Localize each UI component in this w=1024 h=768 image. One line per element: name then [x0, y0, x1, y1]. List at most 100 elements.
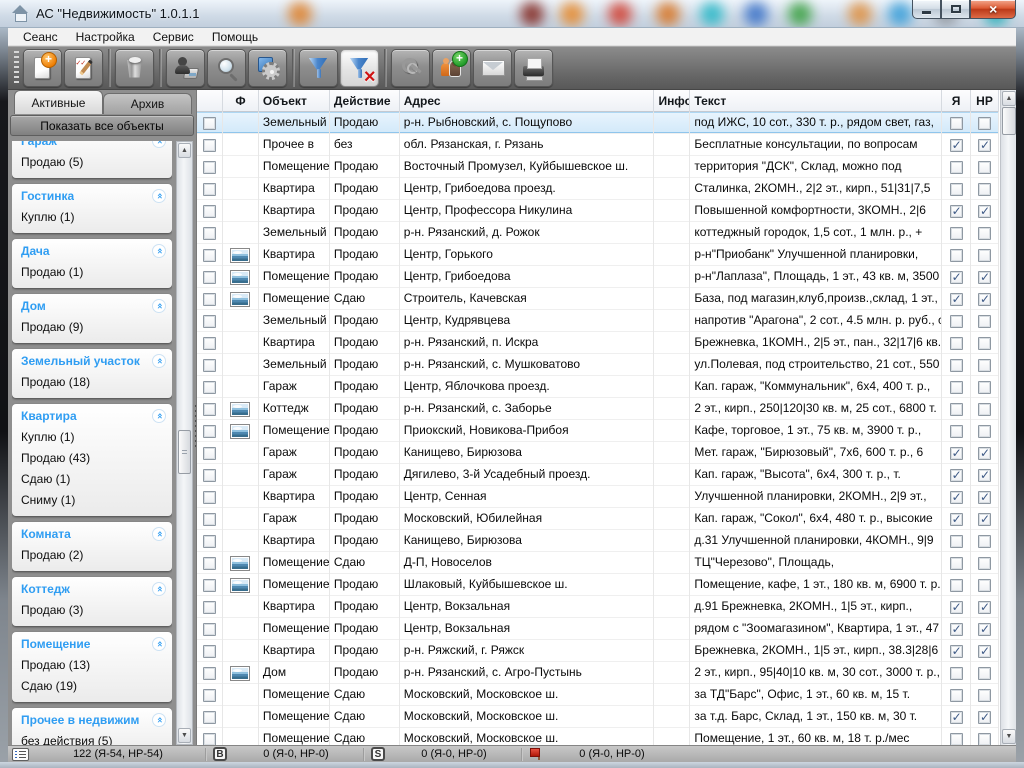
nr-checkbox[interactable] [978, 557, 991, 570]
ya-checkbox[interactable] [950, 491, 963, 504]
filter-settings-button[interactable] [248, 49, 287, 87]
ya-checkbox[interactable] [950, 381, 963, 394]
collapse-chevron-icon[interactable]: « [152, 354, 166, 368]
ya-checkbox[interactable] [950, 689, 963, 702]
collapse-chevron-icon[interactable]: « [152, 299, 166, 313]
category-item[interactable]: Продаю (3) [12, 600, 172, 621]
clear-filter-button[interactable] [340, 49, 379, 87]
category-item[interactable]: Куплю (1) [12, 427, 172, 448]
row-checkbox[interactable] [203, 645, 216, 658]
column-header-text[interactable]: Текст [690, 90, 942, 112]
contact-phone-button[interactable] [166, 49, 205, 87]
ya-checkbox[interactable] [950, 447, 963, 460]
sidebar-scrollbar[interactable]: ▲ ▼ [176, 141, 193, 745]
table-row[interactable]: ПомещениеПродаюВосточный Промузел, Куйбы… [197, 156, 999, 178]
table-row[interactable]: ПомещениеПродаюЦентр, Вокзальнаярядом с … [197, 618, 999, 640]
row-checkbox[interactable] [203, 381, 216, 394]
table-row[interactable]: ПомещениеСдаюМосковский, Московское ш.По… [197, 728, 999, 745]
category-header[interactable]: Прочее в недвижим« [12, 708, 172, 731]
photo-thumbnail-icon[interactable] [230, 402, 250, 417]
nr-checkbox[interactable] [978, 425, 991, 438]
row-checkbox[interactable] [203, 513, 216, 526]
column-header-photo[interactable]: Ф [223, 90, 259, 112]
column-header-action[interactable]: Действие [330, 90, 400, 112]
table-row[interactable]: ГаражПродаюДягилево, 3-й Усадебный проез… [197, 464, 999, 486]
category-item[interactable]: Продаю (9) [12, 317, 172, 338]
sidebar-tab-1[interactable]: Архив [103, 93, 192, 114]
mail-button[interactable] [473, 49, 512, 87]
ya-checkbox[interactable] [950, 117, 963, 130]
nr-checkbox[interactable] [978, 205, 991, 218]
category-header[interactable]: Коттедж« [12, 577, 172, 600]
ya-checkbox[interactable] [950, 249, 963, 262]
toolbar-grip-handle[interactable] [14, 51, 19, 85]
category-header[interactable]: Гараж« [12, 141, 172, 152]
list-icon[interactable] [12, 748, 29, 761]
nr-checkbox[interactable] [978, 139, 991, 152]
table-row[interactable]: ГаражПродаюКанищево, БирюзоваМет. гараж,… [197, 442, 999, 464]
delete-object-button[interactable] [115, 49, 154, 87]
table-row[interactable]: ПомещениеПродаюШлаковый, Куйбышевское ш.… [197, 574, 999, 596]
column-header-info[interactable]: Инфо [654, 90, 690, 112]
nr-checkbox[interactable] [978, 359, 991, 372]
window-frame-bottom[interactable] [0, 762, 1024, 768]
ya-checkbox[interactable] [950, 601, 963, 614]
ya-checkbox[interactable] [950, 271, 963, 284]
photo-thumbnail-icon[interactable] [230, 424, 250, 439]
photo-thumbnail-icon[interactable] [230, 666, 250, 681]
category-item[interactable]: Продаю (5) [12, 152, 172, 173]
row-checkbox[interactable] [203, 733, 216, 746]
ya-checkbox[interactable] [950, 403, 963, 416]
row-checkbox[interactable] [203, 315, 216, 328]
nr-checkbox[interactable] [978, 227, 991, 240]
column-header-nr[interactable]: НР [971, 90, 999, 112]
nr-checkbox[interactable] [978, 711, 991, 724]
table-row[interactable]: Прочее вбезобл. Рязанская, г. РязаньБесп… [197, 134, 999, 156]
nr-checkbox[interactable] [978, 469, 991, 482]
nr-checkbox[interactable] [978, 315, 991, 328]
scroll-up-icon[interactable]: ▲ [178, 143, 191, 158]
ya-checkbox[interactable] [950, 337, 963, 350]
row-checkbox[interactable] [203, 359, 216, 372]
photo-thumbnail-icon[interactable] [230, 248, 250, 263]
photo-thumbnail-icon[interactable] [230, 270, 250, 285]
category-header[interactable]: Дом« [12, 294, 172, 317]
table-row[interactable]: ПомещениеПродаюПриокский, Новикова-Прибо… [197, 420, 999, 442]
show-all-objects-button[interactable]: Показать все объекты [10, 115, 194, 136]
row-checkbox[interactable] [203, 271, 216, 284]
nr-checkbox[interactable] [978, 403, 991, 416]
photo-thumbnail-icon[interactable] [230, 578, 250, 593]
category-item[interactable]: Продаю (18) [12, 372, 172, 393]
table-row[interactable]: КвартираПродаюЦентр, Вокзальнаяд.91 Бреж… [197, 596, 999, 618]
table-row[interactable]: ГаражПродаюЦентр, Яблочкова проезд.Кап. … [197, 376, 999, 398]
category-header[interactable]: Комната« [12, 522, 172, 545]
close-button[interactable]: × [970, 0, 1016, 19]
ya-checkbox[interactable] [950, 513, 963, 526]
row-checkbox[interactable] [203, 161, 216, 174]
ya-checkbox[interactable] [950, 425, 963, 438]
category-header[interactable]: Гостинка« [12, 184, 172, 207]
menu-item[interactable]: Помощь [203, 28, 267, 46]
row-checkbox[interactable] [203, 711, 216, 724]
table-row[interactable]: ЗемельныйПродаюЦентр, Кудрявцеванапротив… [197, 310, 999, 332]
sidebar-tab-0[interactable]: Активные [14, 90, 103, 114]
ya-checkbox[interactable] [950, 535, 963, 548]
collapse-chevron-icon[interactable]: « [152, 409, 166, 423]
ya-checkbox[interactable] [950, 557, 963, 570]
ya-checkbox[interactable] [950, 711, 963, 724]
ya-checkbox[interactable] [950, 205, 963, 218]
nr-checkbox[interactable] [978, 161, 991, 174]
table-row[interactable]: КвартираПродаюр-н. Рязанский, п. ИскраБр… [197, 332, 999, 354]
ya-checkbox[interactable] [950, 161, 963, 174]
nr-checkbox[interactable] [978, 667, 991, 680]
search-button[interactable] [207, 49, 246, 87]
category-item[interactable]: Продаю (1) [12, 262, 172, 283]
ya-checkbox[interactable] [950, 293, 963, 306]
menu-item[interactable]: Сервис [144, 28, 203, 46]
row-checkbox[interactable] [203, 183, 216, 196]
ya-checkbox[interactable] [950, 579, 963, 592]
filter-button[interactable] [299, 49, 338, 87]
table-row[interactable]: ЗемельныйПродаюр-н. Рязанский, с. Мушков… [197, 354, 999, 376]
table-row[interactable]: ПомещениеСдаюСтроитель, КачевскаяБаза, п… [197, 288, 999, 310]
row-checkbox[interactable] [203, 491, 216, 504]
